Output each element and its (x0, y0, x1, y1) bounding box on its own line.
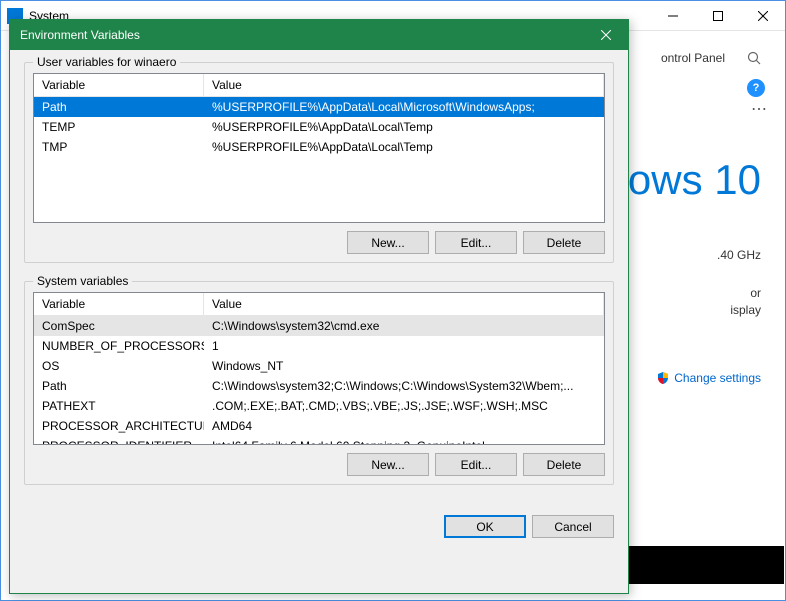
overflow-icon[interactable]: ⋯ (751, 99, 765, 119)
variable-name-cell: TMP (34, 137, 204, 157)
system-variables-header: Variable Value (34, 293, 604, 316)
column-value[interactable]: Value (204, 293, 604, 315)
dialog-close-button[interactable] (583, 20, 628, 50)
column-value[interactable]: Value (204, 74, 604, 96)
table-row[interactable]: PathC:\Windows\system32;C:\Windows;C:\Wi… (34, 376, 604, 396)
variable-name-cell: OS (34, 356, 204, 376)
user-delete-button[interactable]: Delete (523, 231, 605, 254)
change-settings-link[interactable]: Change settings (656, 371, 761, 385)
variable-name-cell: TEMP (34, 117, 204, 137)
variable-value-cell: Intel64 Family 6 Model 60 Stepping 3, Ge… (204, 436, 604, 445)
table-row[interactable]: PROCESSOR_ARCHITECTUREAMD64 (34, 416, 604, 436)
dialog-title: Environment Variables (20, 28, 583, 42)
table-row[interactable]: TEMP%USERPROFILE%\AppData\Local\Temp (34, 117, 604, 137)
table-row[interactable]: OSWindows_NT (34, 356, 604, 376)
system-variables-list[interactable]: Variable Value ComSpecC:\Windows\system3… (33, 292, 605, 445)
column-variable[interactable]: Variable (34, 293, 204, 315)
user-edit-button[interactable]: Edit... (435, 231, 517, 254)
minimize-button[interactable] (650, 1, 695, 30)
spec-line-2: or (750, 286, 761, 300)
table-row[interactable]: NUMBER_OF_PROCESSORS1 (34, 336, 604, 356)
table-row[interactable]: PROCESSOR_IDENTIFIERIntel64 Family 6 Mod… (34, 436, 604, 445)
user-variables-header: Variable Value (34, 74, 604, 97)
variable-name-cell: PROCESSOR_IDENTIFIER (34, 436, 204, 445)
variable-name-cell: Path (34, 376, 204, 396)
variable-value-cell: C:\Windows\system32;C:\Windows;C:\Window… (204, 376, 604, 396)
system-variables-group: System variables Variable Value ComSpecC… (24, 281, 614, 485)
variable-name-cell: NUMBER_OF_PROCESSORS (34, 336, 204, 356)
table-row[interactable]: Path%USERPROFILE%\AppData\Local\Microsof… (34, 97, 604, 117)
user-variables-list[interactable]: Variable Value Path%USERPROFILE%\AppData… (33, 73, 605, 223)
spec-ghz: .40 GHz (717, 248, 761, 262)
change-settings-label: Change settings (674, 371, 761, 385)
taskbar-fragment (629, 546, 784, 584)
variable-value-cell: AMD64 (204, 416, 604, 436)
column-variable[interactable]: Variable (34, 74, 204, 96)
system-variables-group-title: System variables (33, 274, 132, 288)
spec-line-3: isplay (730, 303, 761, 317)
variable-name-cell: ComSpec (34, 316, 204, 336)
help-icon[interactable]: ? (747, 79, 765, 97)
variable-name-cell: PATHEXT (34, 396, 204, 416)
search-icon[interactable] (747, 51, 761, 65)
system-delete-button[interactable]: Delete (523, 453, 605, 476)
cancel-button[interactable]: Cancel (532, 515, 614, 538)
variable-value-cell: C:\Windows\system32\cmd.exe (204, 316, 604, 336)
variable-value-cell: %USERPROFILE%\AppData\Local\Temp (204, 137, 604, 157)
close-button[interactable] (740, 1, 785, 30)
environment-variables-dialog: Environment Variables User variables for… (9, 19, 629, 594)
user-variables-group: User variables for winaero Variable Valu… (24, 62, 614, 263)
variable-value-cell: %USERPROFILE%\AppData\Local\Temp (204, 117, 604, 137)
variable-name-cell: PROCESSOR_ARCHITECTURE (34, 416, 204, 436)
variable-name-cell: Path (34, 97, 204, 117)
table-row[interactable]: TMP%USERPROFILE%\AppData\Local\Temp (34, 137, 604, 157)
user-new-button[interactable]: New... (347, 231, 429, 254)
maximize-button[interactable] (695, 1, 740, 30)
breadcrumb[interactable]: ontrol Panel (661, 51, 725, 65)
user-variables-group-title: User variables for winaero (33, 55, 180, 69)
system-new-button[interactable]: New... (347, 453, 429, 476)
system-edit-button[interactable]: Edit... (435, 453, 517, 476)
shield-icon (656, 371, 670, 385)
variable-value-cell: .COM;.EXE;.BAT;.CMD;.VBS;.VBE;.JS;.JSE;.… (204, 396, 604, 416)
dialog-titlebar: Environment Variables (10, 20, 628, 50)
table-row[interactable]: PATHEXT.COM;.EXE;.BAT;.CMD;.VBS;.VBE;.JS… (34, 396, 604, 416)
variable-value-cell: Windows_NT (204, 356, 604, 376)
windows-10-logo-text: ows 10 (628, 156, 761, 204)
variable-value-cell: 1 (204, 336, 604, 356)
table-row[interactable]: ComSpecC:\Windows\system32\cmd.exe (34, 316, 604, 336)
ok-button[interactable]: OK (444, 515, 526, 538)
variable-value-cell: %USERPROFILE%\AppData\Local\Microsoft\Wi… (204, 97, 604, 117)
